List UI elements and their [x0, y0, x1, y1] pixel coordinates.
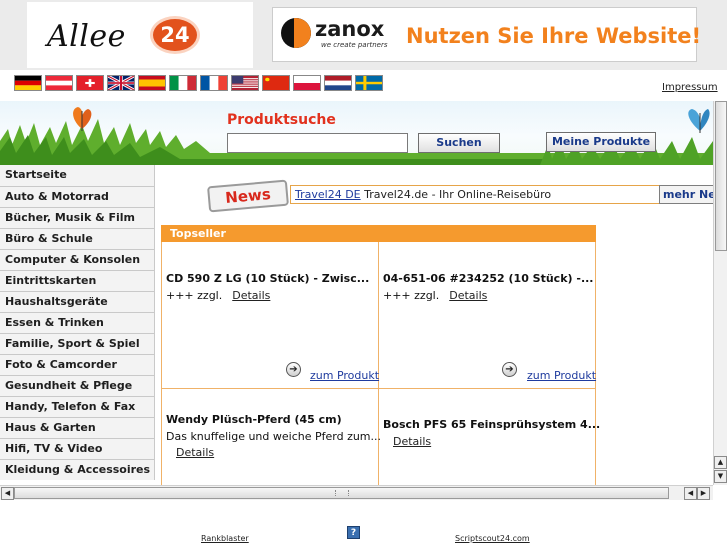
- flag-cn-icon[interactable]: [262, 75, 290, 91]
- flag-fr-icon[interactable]: [200, 75, 228, 91]
- details-link[interactable]: Details: [449, 289, 487, 302]
- product-price-row: +++ zzgl. Details: [166, 289, 369, 302]
- search-input[interactable]: [227, 133, 408, 153]
- advertisement-banner[interactable]: zanox we create partners Nutzen Sie Ihre…: [272, 7, 701, 62]
- news-ticker: Travel24 DE Travel24.de - Ihr Online-Rei…: [290, 185, 660, 204]
- grid-divider-horizontal: [161, 388, 596, 389]
- product-card: Wendy Plüsch-Pferd (45 cm) Das knuffelig…: [166, 413, 381, 459]
- sidebar-item-eintrittskarten[interactable]: Eintrittskarten: [0, 270, 155, 291]
- flag-at-icon[interactable]: [45, 75, 73, 91]
- sidebar-item-familie-sport-spiel[interactable]: Familie, Sport & Spiel: [0, 333, 155, 354]
- language-flags: [14, 75, 383, 91]
- arrow-right-icon[interactable]: ➔: [286, 362, 301, 377]
- details-link[interactable]: Details: [232, 289, 270, 302]
- scroll-left-icon[interactable]: ◀: [1, 487, 14, 500]
- arrow-right-icon[interactable]: ➔: [502, 362, 517, 377]
- footer-link-rankblaster[interactable]: Rankblaster: [201, 534, 249, 543]
- category-sidebar: Startseite Auto & Motorrad Bücher, Musik…: [0, 165, 155, 480]
- news-description: Travel24.de - Ihr Online-Reisebüro: [364, 188, 552, 201]
- sidebar-item-auto-motorrad[interactable]: Auto & Motorrad: [0, 186, 155, 207]
- help-icon[interactable]: ?: [347, 526, 360, 539]
- sidebar-item-computer-konsolen[interactable]: Computer & Konsolen: [0, 249, 155, 270]
- page-root: { "header": { "logo_text": "Allee", "log…: [0, 0, 727, 545]
- scroll-grip-icon: [335, 490, 349, 496]
- flag-se-icon[interactable]: [355, 75, 383, 91]
- ad-brand: zanox: [315, 17, 385, 41]
- vertical-scrollbar[interactable]: ▲ ▼: [713, 101, 727, 485]
- ad-tagline: we create partners: [321, 41, 388, 49]
- horizontal-scroll-thumb[interactable]: [14, 487, 669, 499]
- logo-text: Allee: [47, 19, 126, 54]
- product-title[interactable]: Bosch PFS 65 Feinsprühsystem 4...: [383, 418, 600, 431]
- product-card: Bosch PFS 65 Feinsprühsystem 4... Detail…: [383, 418, 600, 448]
- product-price: +++ zzgl.: [383, 289, 440, 302]
- sidebar-item-haushaltsgeraete[interactable]: Haushaltsgeräte: [0, 291, 155, 312]
- scroll-left-icon[interactable]: ◀: [684, 487, 697, 500]
- flag-it-icon[interactable]: [169, 75, 197, 91]
- product-title[interactable]: CD 590 Z LG (10 Stück) - Zwisc...: [166, 272, 369, 285]
- flag-de-icon[interactable]: [14, 75, 42, 91]
- topseller-header: Topseller: [161, 225, 596, 242]
- flag-es-icon[interactable]: [138, 75, 166, 91]
- horizontal-scrollbar[interactable]: ◀ ◀ ▶: [0, 485, 713, 500]
- flag-pl-icon[interactable]: [293, 75, 321, 91]
- product-description: Das knuffelige und weiche Pferd zum...: [166, 430, 382, 443]
- search-title: Produktsuche: [227, 112, 336, 128]
- sidebar-item-foto-camcorder[interactable]: Foto & Camcorder: [0, 354, 155, 375]
- butterfly-right-icon: [688, 109, 710, 133]
- flag-ch-icon[interactable]: [76, 75, 104, 91]
- news-link[interactable]: Travel24 DE: [295, 188, 361, 201]
- flag-us-icon[interactable]: [231, 75, 259, 91]
- sidebar-item-startseite[interactable]: Startseite: [0, 165, 155, 186]
- vertical-scroll-thumb[interactable]: [715, 101, 727, 251]
- sidebar-item-buecher-musik-film[interactable]: Bücher, Musik & Film: [0, 207, 155, 228]
- scroll-right-icon[interactable]: ▶: [697, 487, 710, 500]
- top-banner: Allee 24 zanox we create partners Nutzen…: [0, 0, 727, 70]
- details-link[interactable]: Details: [176, 446, 214, 459]
- flag-nl-icon[interactable]: [324, 75, 352, 91]
- news-badge: News: [207, 179, 289, 213]
- scroll-down-icon[interactable]: ▼: [714, 470, 727, 483]
- product-title[interactable]: Wendy Plüsch-Pferd (45 cm): [166, 413, 381, 426]
- impressum-link[interactable]: Impressum: [662, 82, 718, 93]
- sidebar-item-gesundheit-pflege[interactable]: Gesundheit & Pflege: [0, 375, 155, 396]
- butterfly-left-icon: [73, 107, 92, 131]
- zanox-logo-icon: [281, 18, 311, 48]
- product-card: 04-651-06 #234252 (10 Stück) -... +++ zz…: [383, 272, 593, 302]
- sidebar-item-essen-trinken[interactable]: Essen & Trinken: [0, 312, 155, 333]
- flag-gb-icon[interactable]: [107, 75, 135, 91]
- goto-product-link[interactable]: zum Produkt: [527, 369, 596, 382]
- my-products-button[interactable]: Meine Produkte: [546, 132, 656, 152]
- product-card: CD 590 Z LG (10 Stück) - Zwisc... +++ zz…: [166, 272, 369, 302]
- sidebar-item-buero-schule[interactable]: Büro & Schule: [0, 228, 155, 249]
- sidebar-item-kleidung-accessoires[interactable]: Kleidung & Accessoires: [0, 459, 155, 480]
- search-button[interactable]: Suchen: [418, 133, 500, 153]
- goto-product-link[interactable]: zum Produkt: [310, 369, 379, 382]
- details-link[interactable]: Details: [393, 435, 431, 448]
- product-details-row: Details: [383, 435, 600, 448]
- ad-text: Nutzen Sie Ihre Website!: [406, 24, 702, 48]
- product-title[interactable]: 04-651-06 #234252 (10 Stück) -...: [383, 272, 593, 285]
- scroll-up-icon[interactable]: ▲: [714, 456, 727, 469]
- product-price-row: +++ zzgl. Details: [383, 289, 593, 302]
- site-logo[interactable]: Allee 24: [27, 2, 253, 68]
- sidebar-item-haus-garten[interactable]: Haus & Garten: [0, 417, 155, 438]
- product-price: +++ zzgl.: [166, 289, 223, 302]
- sidebar-item-hifi-tv-video[interactable]: Hifi, TV & Video: [0, 438, 155, 459]
- footer-link-scriptscout[interactable]: Scriptscout24.com: [455, 534, 530, 543]
- logo-badge: 24: [150, 16, 200, 54]
- product-details-row: Details: [166, 446, 381, 459]
- sidebar-item-handy-telefon-fax[interactable]: Handy, Telefon & Fax: [0, 396, 155, 417]
